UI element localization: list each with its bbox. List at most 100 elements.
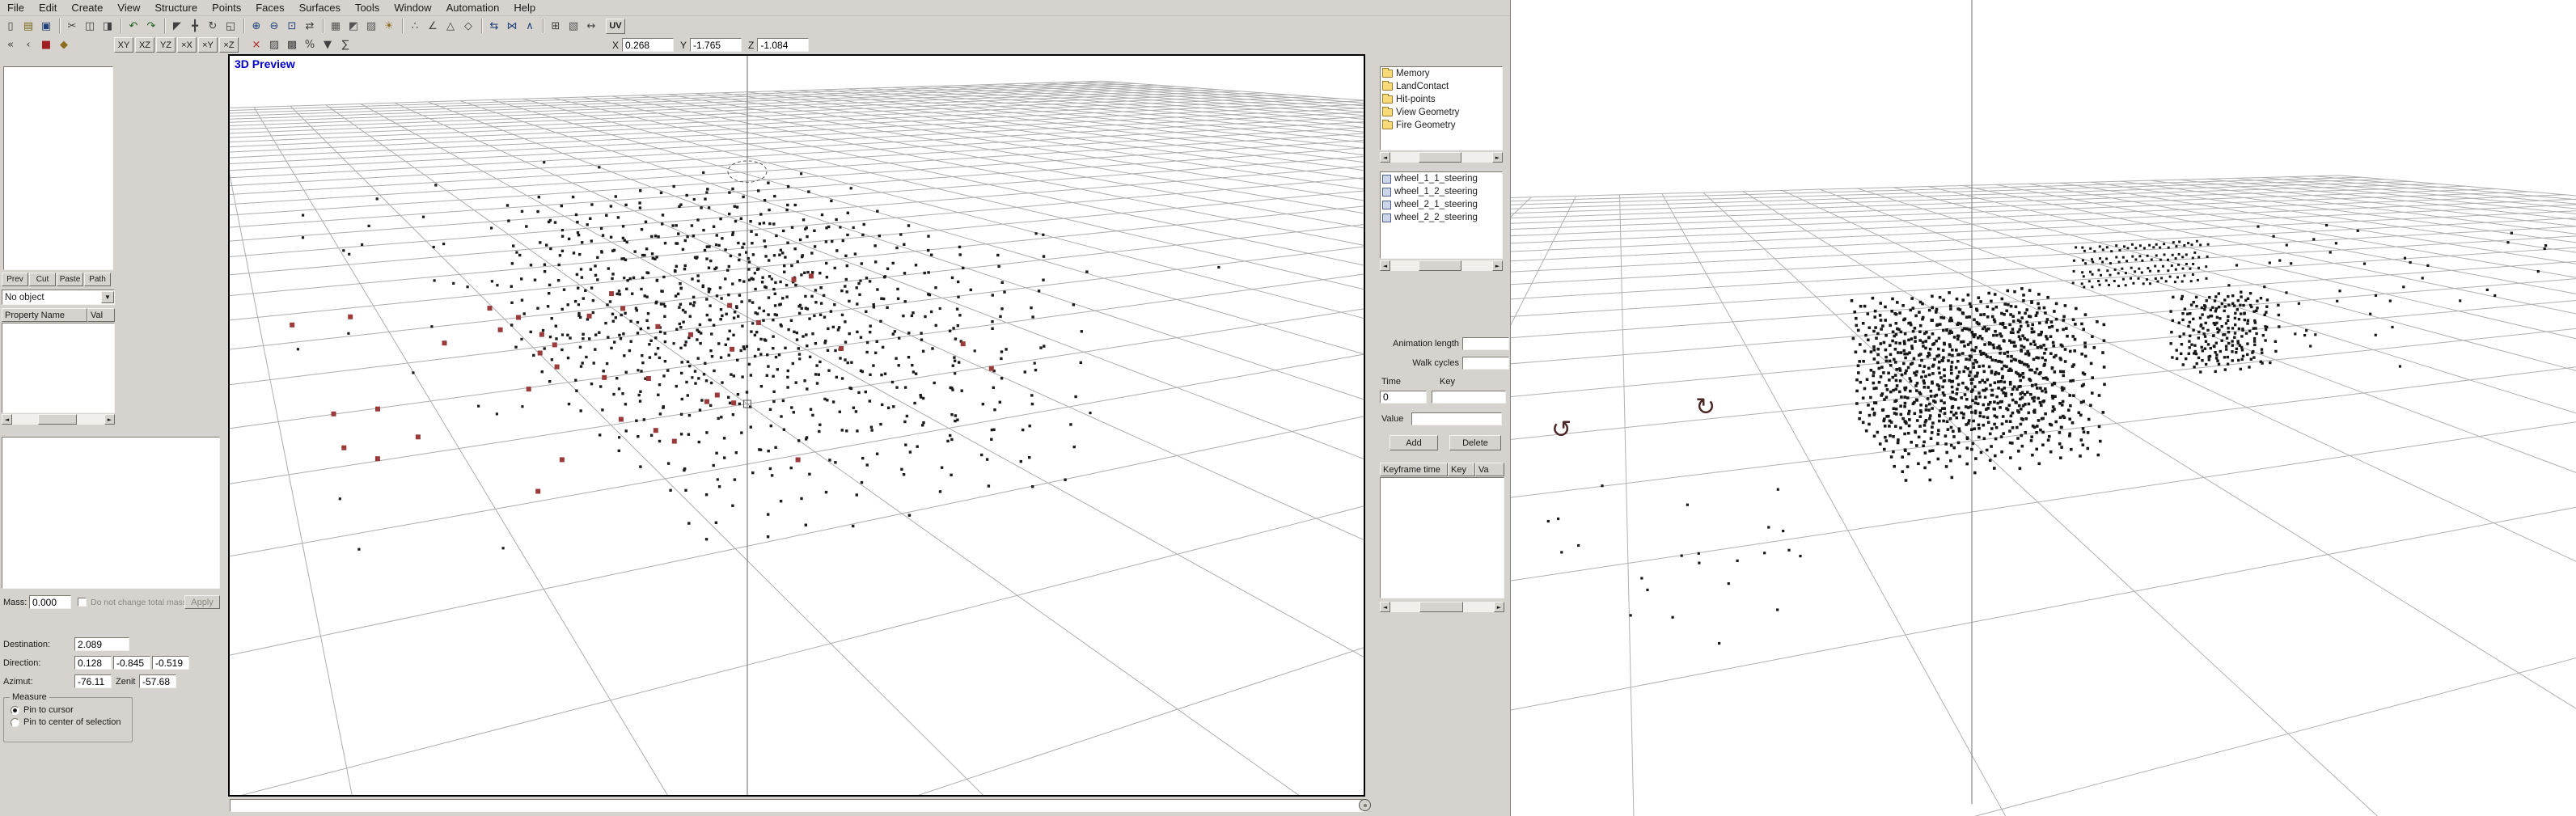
pin-option-radio[interactable]	[11, 718, 19, 727]
tree-item-hit-points[interactable]: Hit-points	[1381, 93, 1502, 106]
scrollbar-track[interactable]	[1390, 152, 1492, 163]
tree-item-landcontact[interactable]: LandContact	[1381, 80, 1502, 93]
selection-item-wheel-1-2-steering[interactable]: wheel_1_2_steering	[1381, 185, 1502, 198]
scrollbar-thumb[interactable]	[1419, 602, 1463, 612]
mass-lock-checkbox[interactable]	[78, 598, 87, 607]
keyframe-table-body[interactable]	[1380, 477, 1504, 598]
scrollbar-track[interactable]	[1390, 602, 1494, 612]
scroll-left-button[interactable]: ◄	[1380, 602, 1390, 612]
uv-editor-button[interactable]: UV	[606, 19, 625, 34]
3d-preview-viewport[interactable]: 3D Preview	[228, 54, 1365, 797]
buldozer-scene[interactable]	[1511, 0, 2576, 816]
cut-button[interactable]: Cut	[29, 273, 56, 286]
background-icon[interactable]: ▧	[565, 18, 582, 34]
menu-window[interactable]: Window	[387, 1, 438, 15]
pan-icon[interactable]: ⇄	[302, 18, 318, 34]
selection-list-scrollbar[interactable]: ◄►	[1380, 260, 1503, 271]
rotate-gizmo-icon[interactable]: ↺	[1551, 418, 1571, 442]
zenit-input[interactable]	[139, 674, 176, 688]
menu-surfaces[interactable]: Surfaces	[292, 1, 348, 15]
direction-z-input[interactable]	[152, 656, 189, 670]
record-key-icon[interactable]: ■	[38, 37, 54, 53]
direction-y-input[interactable]	[113, 656, 150, 670]
object-selector[interactable]: No object ▼	[2, 290, 115, 305]
tree-item-view-geometry[interactable]: View Geometry	[1381, 106, 1502, 119]
destination-input[interactable]	[74, 637, 129, 651]
filter-icon[interactable]: ▼	[319, 37, 336, 53]
key-input[interactable]	[1432, 391, 1506, 404]
rotate-icon[interactable]: ↻	[205, 18, 221, 34]
coord-z-input[interactable]	[757, 38, 809, 52]
menu-points[interactable]: Points	[205, 1, 248, 15]
property-value-header[interactable]: Val	[87, 308, 115, 322]
buldozer-view[interactable]: ↺↻	[1511, 0, 2576, 816]
merge-icon[interactable]: ⋈	[504, 18, 520, 34]
key-marker-icon[interactable]: ◆	[56, 37, 72, 53]
percent-icon[interactable]: %	[302, 37, 318, 53]
snap-grid-icon[interactable]: ⊞	[548, 18, 564, 34]
selection-item-wheel-2-1-steering[interactable]: wheel_2_1_steering	[1381, 198, 1502, 211]
split-icon[interactable]: ∧	[522, 18, 538, 34]
scroll-right-button[interactable]: ►	[104, 414, 115, 425]
scroll-right-button[interactable]: ►	[1494, 602, 1504, 612]
direction-x-input[interactable]	[74, 656, 112, 670]
keyframe-col-header-va[interactable]: Va	[1475, 463, 1504, 476]
undo-icon[interactable]: ↶	[125, 18, 142, 34]
view-plane-xy-button[interactable]: XY	[114, 37, 133, 53]
coord-y-input[interactable]	[690, 38, 742, 52]
save-file-icon[interactable]: ▣	[38, 18, 54, 34]
property-name-header[interactable]: Property Name	[2, 308, 87, 322]
apply-mass-button[interactable]: Apply	[184, 595, 220, 609]
edge-mode-icon[interactable]: ∠	[425, 18, 441, 34]
scrollbar-thumb[interactable]	[1419, 152, 1461, 163]
menu-view[interactable]: View	[110, 1, 147, 15]
prev-button[interactable]: Prev	[2, 273, 28, 286]
pin-option-radio[interactable]	[11, 706, 19, 715]
zoom-out-icon[interactable]: ⊖	[266, 18, 282, 34]
lod-tree-scrollbar[interactable]: ◄►	[1380, 152, 1503, 163]
cut-icon[interactable]: ✂	[64, 18, 80, 34]
menu-create[interactable]: Create	[64, 1, 110, 15]
walk-cycles-input[interactable]	[1462, 357, 1509, 370]
azimut-input[interactable]	[74, 674, 112, 688]
tree-item-memory[interactable]: Memory	[1381, 67, 1502, 80]
keyframe-col-header-keyframe-time[interactable]: Keyframe time	[1380, 463, 1448, 476]
selection-list[interactable]: wheel_1_1_steeringwheel_1_2_steeringwhee…	[1380, 171, 1503, 259]
zoom-in-icon[interactable]: ⊕	[248, 18, 264, 34]
property-list[interactable]	[2, 323, 115, 413]
open-file-icon[interactable]: ▤	[20, 18, 36, 34]
selection-item-wheel-2-2-steering[interactable]: wheel_2_2_steering	[1381, 211, 1502, 224]
scrollbar-track[interactable]	[12, 414, 104, 425]
sum-icon[interactable]: ∑	[337, 37, 353, 53]
mirror-icon[interactable]: ⇆	[486, 18, 502, 34]
menu-help[interactable]: Help	[506, 1, 543, 15]
vertex-mode-icon[interactable]: ∴	[407, 18, 423, 34]
lighting-icon[interactable]: ☀	[381, 18, 397, 34]
selection-item-wheel-1-1-steering[interactable]: wheel_1_1_steering	[1381, 172, 1502, 185]
path-button[interactable]: Path	[84, 273, 111, 286]
redo-icon[interactable]: ↷	[143, 18, 159, 34]
tree-item-fire-geometry[interactable]: Fire Geometry	[1381, 119, 1502, 132]
view-plane-neg-y-button[interactable]: ×Y	[198, 37, 218, 53]
animation-length-input[interactable]	[1462, 337, 1509, 350]
scroll-left-button[interactable]: ◄	[1380, 260, 1390, 271]
delete-key-button[interactable]: Delete	[1449, 435, 1501, 450]
keyframe-col-header-key[interactable]: Key	[1448, 463, 1475, 476]
chevron-down-icon[interactable]: ▼	[101, 291, 114, 303]
delete-selection-icon[interactable]: ×	[248, 37, 264, 53]
view-plane-yz-button[interactable]: YZ	[156, 37, 176, 53]
property-list-scrollbar[interactable]: ◄►	[2, 414, 115, 425]
value-input[interactable]	[1411, 412, 1502, 425]
view-plane-neg-x-button[interactable]: ×X	[177, 37, 197, 53]
shaded-icon[interactable]: ◩	[345, 18, 362, 34]
textured-icon[interactable]: ▨	[363, 18, 379, 34]
scroll-left-button[interactable]: ◄	[1380, 152, 1390, 163]
paste-button[interactable]: Paste	[57, 273, 83, 286]
scroll-right-button[interactable]: ►	[1492, 260, 1503, 271]
coord-x-input[interactable]	[622, 38, 674, 52]
object-mode-icon[interactable]: ◇	[460, 18, 476, 34]
menu-edit[interactable]: Edit	[32, 1, 64, 15]
checker-fill-icon[interactable]: ▩	[284, 37, 300, 53]
zoom-fit-icon[interactable]: ⊡	[284, 18, 300, 34]
hatch-fill-icon[interactable]: ▨	[266, 37, 282, 53]
